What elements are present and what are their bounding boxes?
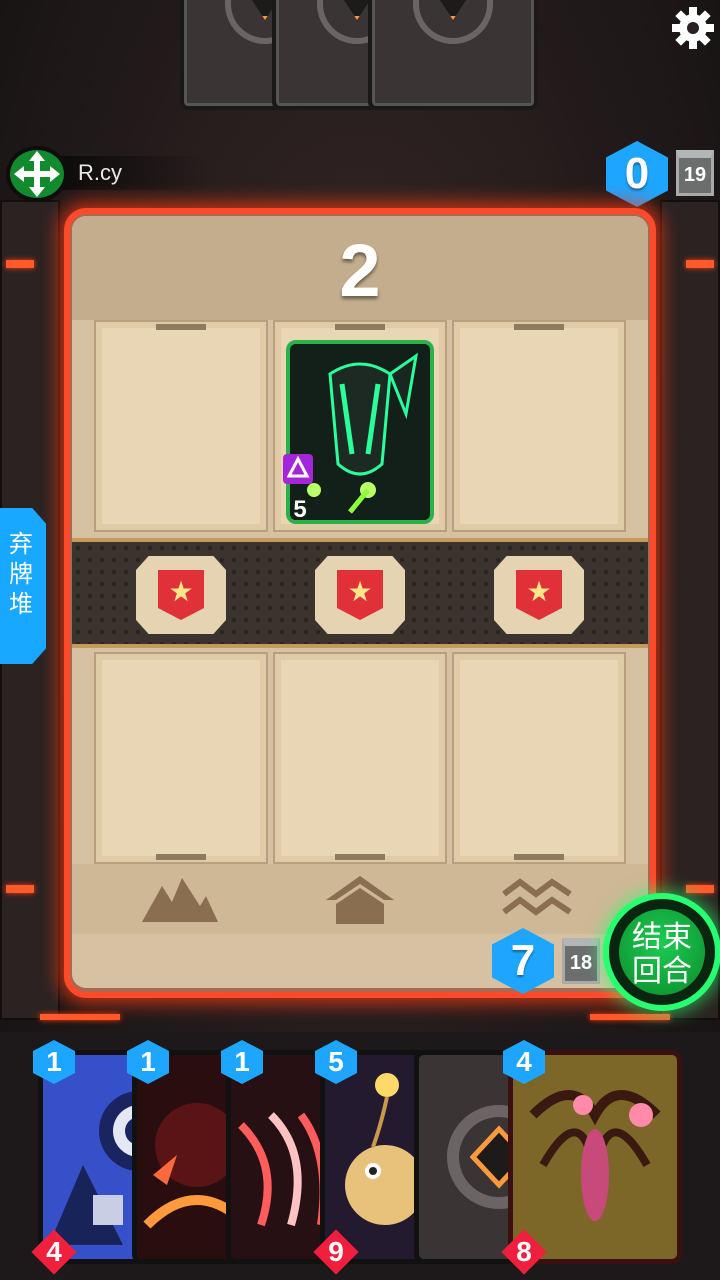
end-turn-label: 结束 回合 [632,921,692,988]
hull-light [40,1014,120,1020]
player-slot-left[interactable] [94,652,268,864]
hull-light [686,885,714,893]
lane-badge-middle[interactable]: ★ [315,556,405,634]
hull-light [6,260,34,268]
slot-tab [514,324,564,330]
slot-tab [335,854,385,860]
hand-card-4-power: 9 [312,1228,360,1276]
ability-icon [283,454,313,484]
gear-icon [672,7,714,49]
board-header: 2 [72,216,648,320]
opponent-slot-left[interactable] [94,320,268,532]
mountains-icon [142,878,218,922]
player-slot-right[interactable] [452,652,626,864]
opponent-avatar[interactable] [6,146,68,202]
turn-number: 2 [339,229,381,312]
slot-tab [156,854,206,860]
opponent-card-power: 5 [280,490,320,530]
end-turn-button[interactable]: 结束 回合 [603,893,720,1011]
star-icon: ★ [347,576,373,607]
opponent-card-back [368,0,538,110]
player-deck-count: 18 [562,938,600,984]
lane-divider: ★ ★ ★ [72,538,648,648]
slot-tab [335,324,385,330]
opponent-deck-count: 19 [676,150,714,196]
lane-badge-left[interactable]: ★ [136,556,226,634]
slot-tab [156,324,206,330]
slot-tab [514,854,564,860]
move-arrows-icon [14,151,60,197]
opponent-name: R.cy [78,160,122,185]
star-icon: ★ [526,576,552,607]
hull-light [590,1014,670,1020]
beast-art [137,1055,237,1259]
game-board: 2 ★ ★ ★ [72,216,648,988]
lane-badge-right[interactable]: ★ [494,556,584,634]
waves-icon [502,878,572,916]
hand-card-1-power: 4 [30,1228,78,1276]
player-slot-middle[interactable] [273,652,447,864]
terrain-row [72,864,648,934]
hull-light [6,885,34,893]
hand-card-5-power: 8 [500,1228,548,1276]
settings-button[interactable] [670,5,716,51]
discard-pile-label: 弃牌堆 [9,531,33,618]
house-icon [326,876,394,924]
hull-light [686,260,714,268]
star-icon: ★ [168,576,194,607]
opponent-slot-right[interactable] [452,320,626,532]
